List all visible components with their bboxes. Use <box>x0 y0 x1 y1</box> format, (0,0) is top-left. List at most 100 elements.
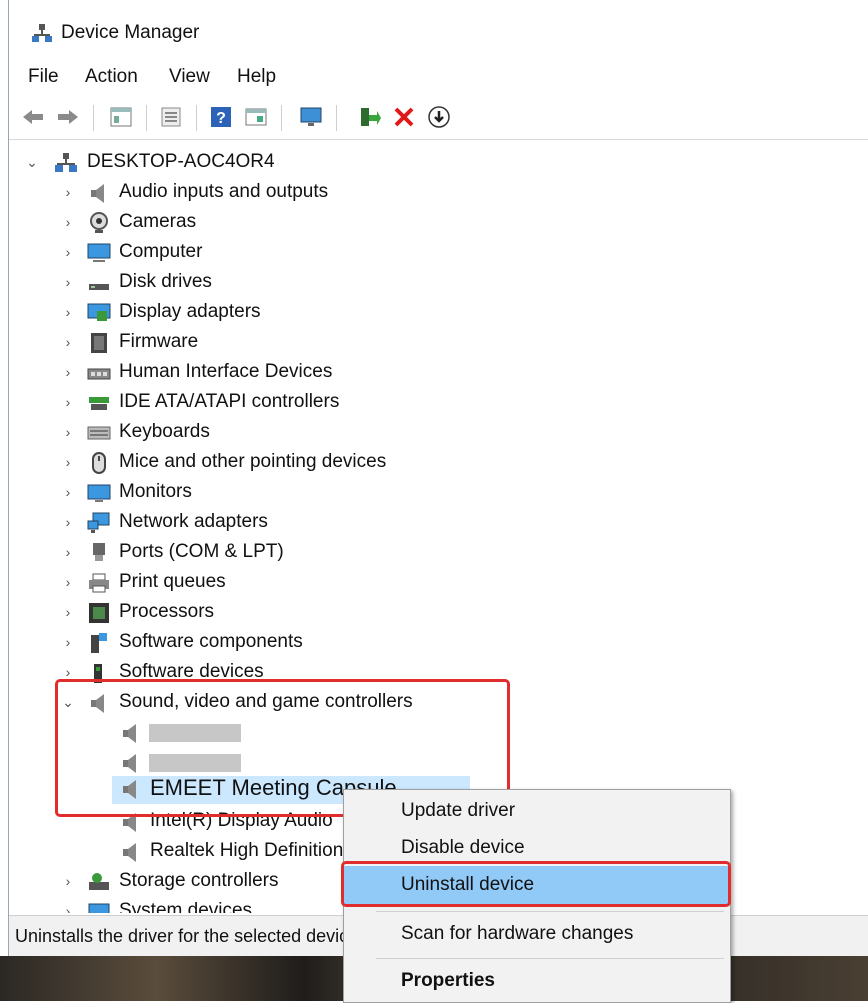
tree-item-label: Firmware <box>119 331 199 352</box>
chevron-right-icon[interactable]: › <box>61 332 75 352</box>
tree-item-label: Ports (COM & LPT) <box>119 541 284 562</box>
chevron-right-icon[interactable]: › <box>61 302 75 322</box>
tree-item-print-queues[interactable]: › Print queues <box>9 568 868 598</box>
chevron-right-icon[interactable]: › <box>61 212 75 232</box>
mouse-icon <box>92 452 106 474</box>
menu-scan-hardware[interactable]: Scan for hardware changes <box>344 915 730 953</box>
tree-item-label: Network adapters <box>119 511 268 532</box>
tree-item-label: Audio inputs and outputs <box>119 181 329 202</box>
annotation-box-uninstall <box>341 861 731 907</box>
keyboard-icon <box>87 426 111 440</box>
menu-separator <box>376 911 724 912</box>
chevron-right-icon[interactable]: › <box>61 512 75 532</box>
forward-arrow-icon[interactable] <box>56 105 80 129</box>
title-bar: Device Manager <box>9 0 868 62</box>
help-icon[interactable]: ? <box>209 105 233 129</box>
chevron-right-icon[interactable]: › <box>61 452 75 472</box>
window-title: Device Manager <box>61 22 200 43</box>
tree-item-audio-inputs[interactable]: › Audio inputs and outputs <box>9 178 868 208</box>
chevron-right-icon[interactable]: › <box>61 392 75 412</box>
svg-text:?: ? <box>216 110 226 127</box>
tree-item-label: Cameras <box>119 211 197 232</box>
menu-item-label: Disable device <box>401 837 525 858</box>
chevron-right-icon[interactable]: › <box>61 272 75 292</box>
menu-update-driver[interactable]: Update driver <box>344 792 730 830</box>
tree-item-label: Print queues <box>119 571 226 592</box>
tree-item-processors[interactable]: › Processors <box>9 598 868 628</box>
camera-icon <box>90 212 108 233</box>
tree-root[interactable]: ⌄ DESKTOP-AOC4OR4 <box>9 148 868 178</box>
chevron-right-icon[interactable]: › <box>61 542 75 562</box>
speaker-icon <box>123 843 136 862</box>
menu-action[interactable]: Action <box>85 66 138 88</box>
processor-icon <box>89 603 109 623</box>
properties-icon[interactable] <box>109 105 133 129</box>
chevron-right-icon[interactable]: › <box>61 871 75 891</box>
menu-file[interactable]: File <box>28 66 59 88</box>
tree-item-label: Human Interface Devices <box>119 361 333 382</box>
speaker-icon <box>91 184 104 203</box>
chevron-right-icon[interactable]: › <box>61 422 75 442</box>
chevron-right-icon[interactable]: › <box>61 602 75 622</box>
tree-item-computer[interactable]: › Computer <box>9 238 868 268</box>
printer-icon <box>89 573 109 593</box>
tree-item-mice[interactable]: › Mice and other pointing devices <box>9 448 868 478</box>
chevron-right-icon[interactable]: › <box>61 482 75 502</box>
menu-bar: File Action View Help <box>9 62 868 94</box>
chevron-right-icon[interactable]: › <box>61 632 75 652</box>
chevron-right-icon[interactable]: › <box>61 901 75 913</box>
tree-item-label: Disk drives <box>119 271 212 292</box>
tree-item-ports[interactable]: › Ports (COM & LPT) <box>9 538 868 568</box>
port-icon <box>93 543 105 561</box>
menu-view[interactable]: View <box>169 66 210 88</box>
menu-properties[interactable]: Properties <box>344 962 730 1000</box>
computer-tree-icon <box>55 153 77 172</box>
tree-item-label: Keyboards <box>119 421 210 442</box>
firmware-chip-icon <box>91 333 107 353</box>
menu-item-label: Properties <box>401 970 495 991</box>
tree-item-monitors[interactable]: › Monitors <box>9 478 868 508</box>
details-icon[interactable] <box>244 105 268 129</box>
tree-item-label: System devices <box>119 900 253 913</box>
menu-separator <box>376 958 724 959</box>
tree-root-label: DESKTOP-AOC4OR4 <box>87 151 275 172</box>
tree-item-firmware[interactable]: › Firmware <box>9 328 868 358</box>
chevron-right-icon[interactable]: › <box>61 182 75 202</box>
tree-item-software-components[interactable]: › Software components <box>9 628 868 658</box>
tree-item-label: Processors <box>119 601 215 622</box>
hid-icon <box>87 368 111 380</box>
device-manager-icon <box>32 24 52 42</box>
status-text: Uninstalls the driver for the selected d… <box>15 926 364 946</box>
chevron-down-icon[interactable]: ⌄ <box>25 152 39 172</box>
storage-controller-icon <box>89 873 109 890</box>
tree-item-network-adapters[interactable]: › Network adapters <box>9 508 868 538</box>
tree-item-label: Software components <box>119 631 303 652</box>
tree-item-cameras[interactable]: › Cameras <box>9 208 868 238</box>
chevron-right-icon[interactable]: › <box>61 572 75 592</box>
download-icon[interactable] <box>427 105 451 129</box>
menu-help[interactable]: Help <box>237 66 276 88</box>
tree-item-hid[interactable]: › Human Interface Devices <box>9 358 868 388</box>
chevron-right-icon[interactable]: › <box>61 362 75 382</box>
tree-item-label: Monitors <box>119 481 192 502</box>
tree-item-ide-ata[interactable]: › IDE ATA/ATAPI controllers <box>9 388 868 418</box>
monitor-icon[interactable] <box>299 105 323 129</box>
tree-item-keyboards[interactable]: › Keyboards <box>9 418 868 448</box>
tree-item-disk-drives[interactable]: › Disk drives <box>9 268 868 298</box>
network-adapter-icon <box>87 512 110 533</box>
ide-controller-icon <box>89 397 109 410</box>
computer-monitor-icon <box>87 243 111 262</box>
tree-item-label: IDE ATA/ATAPI controllers <box>119 391 340 412</box>
back-arrow-icon[interactable] <box>21 105 45 129</box>
tree-item-display-adapters[interactable]: › Display adapters <box>9 298 868 328</box>
list-icon[interactable] <box>159 105 183 129</box>
menu-item-label: Update driver <box>401 800 516 821</box>
software-component-icon <box>91 633 107 653</box>
tree-item-label: Mice and other pointing devices <box>119 451 387 472</box>
uninstall-x-icon[interactable] <box>392 105 416 129</box>
menu-item-label: Scan for hardware changes <box>401 923 634 944</box>
monitor-icon <box>87 484 111 502</box>
add-driver-icon[interactable] <box>357 105 381 129</box>
chevron-right-icon[interactable]: › <box>61 242 75 262</box>
tree-item-label: Storage controllers <box>119 870 279 891</box>
